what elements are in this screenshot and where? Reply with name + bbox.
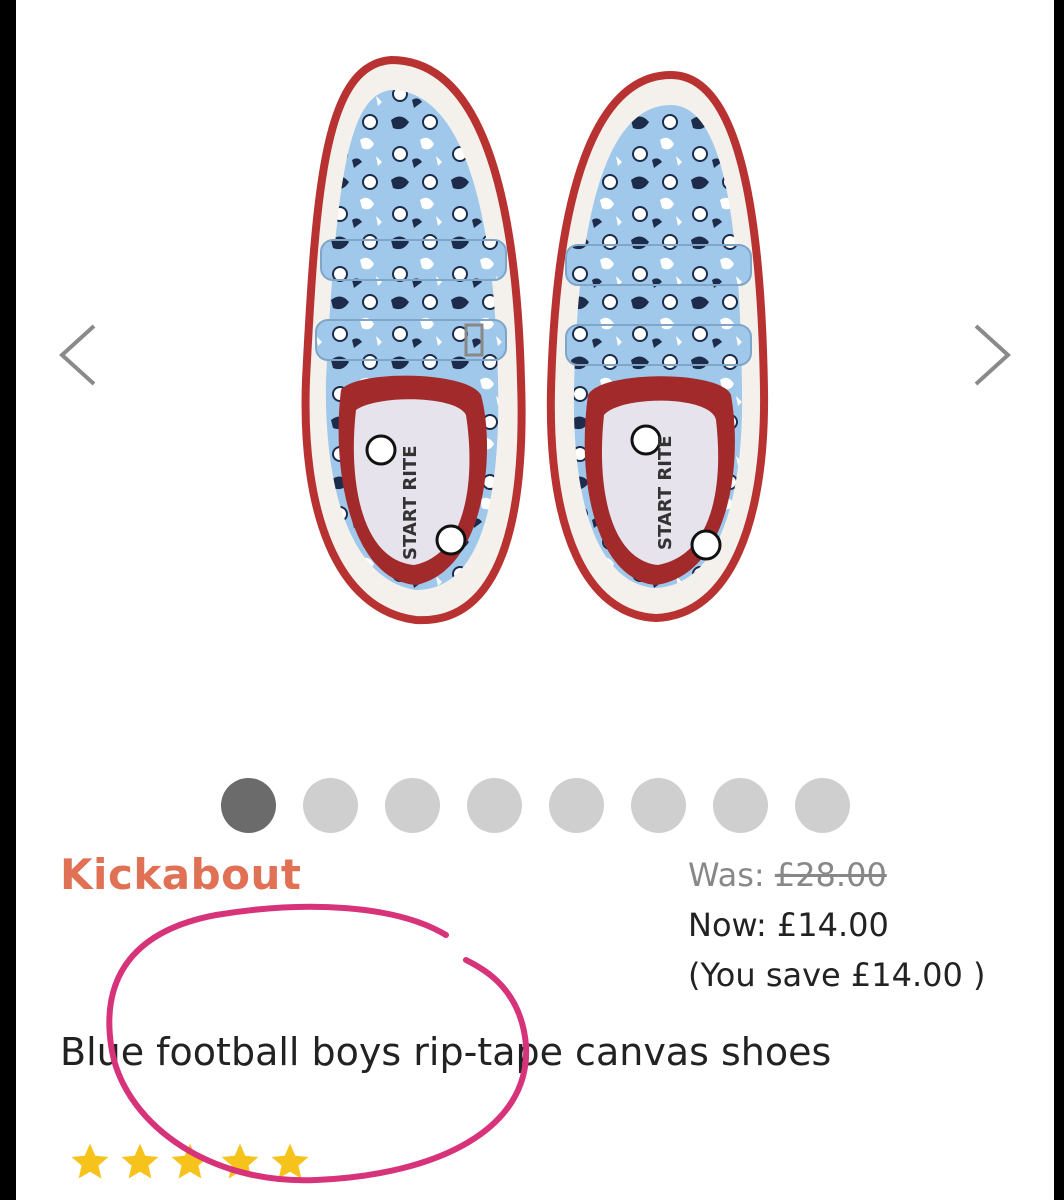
was-amount: £28.00 [774, 856, 887, 894]
was-label: Was: [688, 856, 765, 894]
product-image: START RITE START RITE [301, 55, 769, 625]
star-icon [121, 1143, 159, 1179]
now-label: Now: [688, 906, 767, 944]
star-icon [171, 1143, 209, 1179]
carousel-dot[interactable] [630, 778, 686, 833]
carousel-dot[interactable] [384, 778, 440, 833]
carousel-dot[interactable] [302, 778, 358, 833]
star-icon [221, 1143, 259, 1179]
carousel-dot[interactable] [548, 778, 604, 833]
insole-print: START RITE [400, 445, 421, 560]
savings-text: (You save £14.00 ) [688, 956, 986, 994]
previous-arrow-icon[interactable] [54, 320, 104, 390]
carousel-dot[interactable] [712, 778, 768, 833]
carousel-pagination [16, 778, 1054, 833]
was-price: Was: £28.00 [688, 850, 986, 900]
star-icon [71, 1143, 109, 1179]
carousel-dot[interactable] [794, 778, 850, 833]
image-carousel[interactable]: START RITE START RITE [16, 0, 1054, 760]
next-arrow-icon[interactable] [966, 320, 1016, 390]
carousel-dot[interactable] [220, 778, 276, 833]
star-rating[interactable] [68, 1140, 312, 1184]
now-amount: £14.00 [776, 906, 889, 944]
price-block: Was: £28.00 Now: £14.00 (You save £14.00… [688, 850, 986, 1000]
brand-name[interactable]: Kickabout [60, 850, 302, 899]
insole-print: START RITE [655, 435, 676, 550]
carousel-dot[interactable] [466, 778, 522, 833]
product-screen: START RITE START RITE Kickabout Was: £28… [16, 0, 1054, 1200]
star-icon [271, 1143, 309, 1179]
now-price: Now: £14.00 [688, 900, 986, 950]
product-title: Blue football boys rip-tape canvas shoes [60, 1030, 832, 1074]
